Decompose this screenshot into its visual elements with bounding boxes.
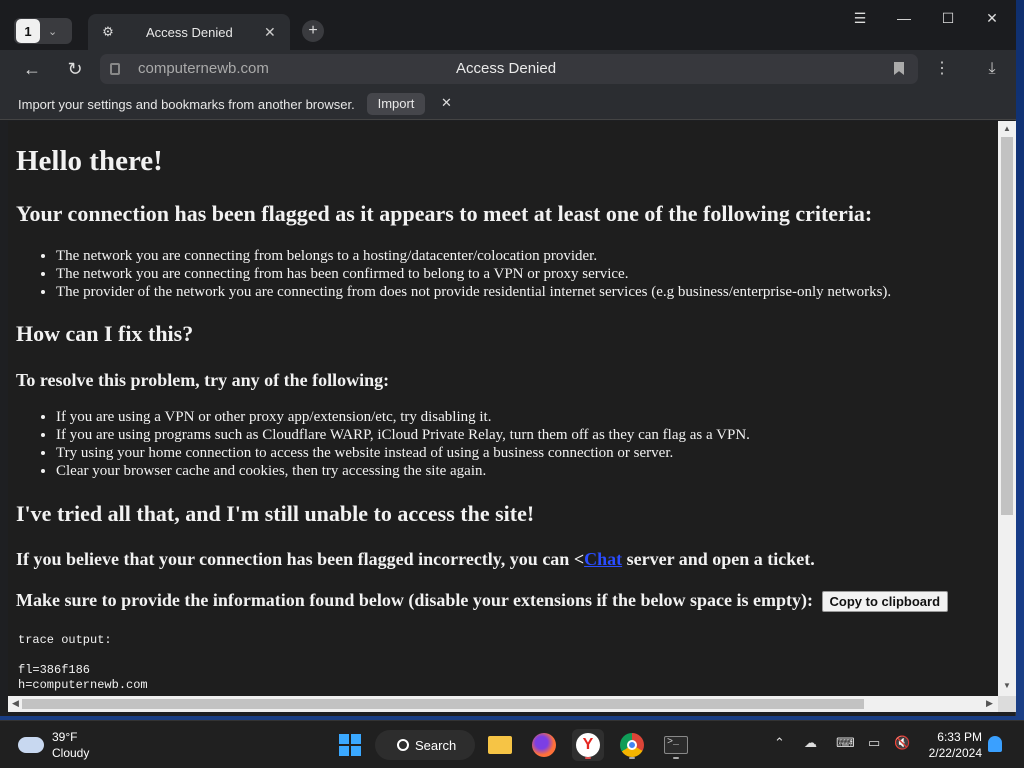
chat-link[interactable]: Chat	[584, 549, 622, 569]
notification-bell-icon[interactable]	[988, 736, 1002, 752]
terminal-button[interactable]: >_	[660, 729, 692, 761]
trace-label: trace output:	[18, 633, 112, 647]
yandex-icon: Y	[576, 733, 600, 757]
more-options-icon[interactable]: ⋮	[930, 57, 954, 81]
address-row: ← ↻ computernewb.com Access Denied ⋮ ⤓	[0, 50, 1016, 88]
trace-line: fl=386f186	[18, 663, 91, 677]
yandex-browser-button[interactable]: Y	[572, 729, 604, 761]
network-icon[interactable]: ▭	[868, 735, 880, 751]
volume-muted-icon[interactable]: 🔇	[894, 735, 910, 751]
chevron-down-icon: ⌄	[48, 25, 58, 38]
import-button[interactable]: Import	[367, 93, 425, 115]
list-item: The network you are connecting from has …	[56, 265, 891, 283]
tab-count: 1	[16, 19, 40, 43]
page-content: Hello there! Your connection has been fl…	[8, 121, 998, 696]
contact-line: If you believe that your connection has …	[16, 549, 815, 570]
criteria-list: The network you are connecting from belo…	[56, 247, 891, 301]
close-window-button[interactable]: ✕	[980, 10, 1004, 27]
terminal-icon: >_	[664, 736, 688, 754]
heading-hello: Hello there!	[16, 145, 163, 177]
menu-icon[interactable]: ☰	[848, 10, 872, 27]
scroll-left-icon[interactable]: ◀	[12, 698, 19, 709]
search-icon	[397, 739, 409, 751]
vertical-scrollbar[interactable]: ▲ ▼	[998, 121, 1016, 696]
running-indicator	[673, 757, 679, 759]
firefox-icon	[532, 733, 556, 757]
list-item: If you are using a VPN or other proxy ap…	[56, 408, 750, 426]
url-text[interactable]: computernewb.com	[138, 60, 269, 77]
taskbar: 39°F Cloudy Search Y >_ ⌃ ☁ ⌨ ▭ 🔇 6:33 P…	[0, 720, 1024, 768]
windows-logo-icon	[339, 734, 361, 756]
vertical-scroll-thumb[interactable]	[1001, 137, 1013, 515]
page-title-text: Access Denied	[456, 60, 557, 77]
tab-title: Access Denied	[146, 24, 233, 40]
folder-icon	[488, 736, 512, 754]
list-item: The provider of the network you are conn…	[56, 283, 891, 301]
address-bar[interactable]: computernewb.com Access Denied	[100, 54, 918, 84]
trace-output: trace output: fl=386f186 h=computernewb.…	[18, 633, 148, 693]
running-indicator	[585, 757, 591, 759]
bookmark-icon[interactable]	[894, 62, 904, 75]
clock[interactable]: 6:33 PM 2/22/2024	[922, 729, 982, 761]
show-hidden-icons-chevron-icon[interactable]: ⌃	[774, 735, 785, 751]
new-tab-button[interactable]: +	[302, 20, 324, 42]
import-bar: Import your settings and bookmarks from …	[0, 88, 1016, 120]
taskbar-search[interactable]: Search	[375, 730, 475, 760]
list-item: If you are using programs such as Cloudf…	[56, 426, 750, 444]
heading-resolve: To resolve this problem, try any of the …	[16, 370, 390, 390]
weather-widget[interactable]: 39°F Cloudy	[18, 729, 89, 761]
heading-fix: How can I fix this?	[16, 321, 194, 346]
fixes-list: If you are using a VPN or other proxy ap…	[56, 408, 750, 480]
site-favicon-icon: ⚙	[102, 24, 114, 39]
chrome-icon	[620, 733, 644, 757]
horizontal-scroll-thumb[interactable]	[22, 699, 864, 709]
contact-text-after: server and open a ticket.	[622, 549, 815, 569]
tab-bar: 1 ⌄ ⚙ Access Denied ✕ + ☰ — ☐ ✕	[0, 0, 1016, 50]
list-item: Clear your browser cache and cookies, th…	[56, 462, 750, 480]
back-arrow-icon[interactable]: ←	[20, 57, 44, 81]
scroll-down-icon[interactable]: ▼	[1002, 681, 1012, 690]
import-message: Import your settings and bookmarks from …	[18, 97, 355, 112]
download-icon[interactable]: ⤓	[980, 57, 1004, 81]
horizontal-scrollbar[interactable]: ◀ ▶	[8, 696, 998, 712]
running-indicator	[629, 757, 635, 759]
maximize-button[interactable]: ☐	[936, 10, 960, 27]
provide-info-line: Make sure to provide the information fou…	[16, 590, 949, 613]
search-label: Search	[415, 737, 457, 753]
keyboard-icon[interactable]: ⌨	[836, 735, 855, 751]
contact-text-before: If you believe that your connection has …	[16, 549, 585, 569]
temperature: 39°F	[52, 730, 78, 744]
clock-date: 2/22/2024	[928, 746, 982, 760]
scroll-right-icon[interactable]: ▶	[986, 698, 993, 709]
cloud-offline-icon[interactable]: ☁	[804, 735, 817, 751]
scrollbar-corner	[998, 696, 1016, 712]
scroll-up-icon[interactable]: ▲	[1002, 124, 1012, 133]
reload-icon[interactable]: ↻	[63, 57, 87, 81]
chrome-button[interactable]	[616, 729, 648, 761]
tab-access-denied[interactable]: ⚙ Access Denied ✕	[88, 14, 290, 50]
list-item: The network you are connecting from belo…	[56, 247, 891, 265]
provide-info-text: Make sure to provide the information fou…	[16, 590, 814, 610]
trace-line: h=computernewb.com	[18, 678, 148, 692]
start-button[interactable]	[334, 729, 366, 761]
tab-count-button[interactable]: 1 ⌄	[14, 18, 72, 44]
tab-close-icon[interactable]: ✕	[264, 24, 276, 41]
browser-window: 1 ⌄ ⚙ Access Denied ✕ + ☰ — ☐ ✕ ← ↻ comp…	[0, 0, 1016, 716]
heading-tried: I've tried all that, and I'm still unabl…	[16, 501, 535, 526]
firefox-button[interactable]	[528, 729, 560, 761]
minimize-button[interactable]: —	[892, 10, 916, 26]
lock-icon[interactable]	[110, 63, 120, 75]
cloud-icon	[18, 737, 44, 753]
weather-condition: Cloudy	[52, 746, 90, 760]
import-close-icon[interactable]: ✕	[441, 95, 452, 111]
heading-flagged: Your connection has been flagged as it a…	[16, 201, 873, 226]
list-item: Try using your home connection to access…	[56, 444, 750, 462]
clock-time: 6:33 PM	[937, 730, 982, 744]
file-explorer-button[interactable]	[484, 729, 516, 761]
copy-to-clipboard-button[interactable]: Copy to clipboard	[821, 591, 949, 613]
